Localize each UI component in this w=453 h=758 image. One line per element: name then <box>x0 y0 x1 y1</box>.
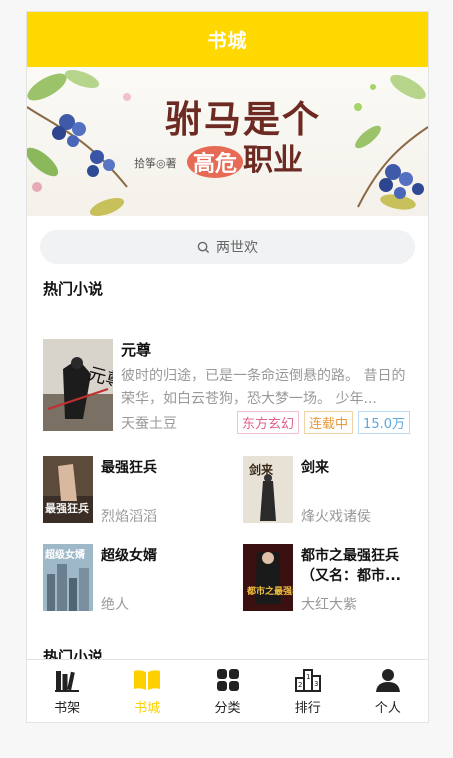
book-open-icon <box>134 669 161 690</box>
featured-book-author: 天蚕土豆 <box>121 416 177 432</box>
book-author: 大红大紫 <box>301 597 357 613</box>
book-cover-title: 都市之最强狂兵 <box>246 585 293 597</box>
svg-text:2: 2 <box>298 681 302 689</box>
book-item[interactable]: 都市之最强狂兵 都市之最强狂兵（又名：都市... 大红大紫 <box>243 544 423 614</box>
book-item[interactable]: 最强狂兵 最强狂兵 烈焰滔滔 <box>43 456 223 526</box>
banner-author: 拾筝◎著 <box>134 157 177 170</box>
tab-label: 排行 <box>294 700 321 716</box>
tab-bookshelf[interactable]: 书架 <box>27 660 107 722</box>
section-title-hot: 热门小说 <box>43 280 104 298</box>
tab-category[interactable]: 分类 <box>187 660 267 722</box>
app-header: 书城 <box>27 12 428 67</box>
search-bar[interactable]: 两世欢 <box>40 230 415 264</box>
user-icon <box>375 668 400 692</box>
book-cover-title: 最强狂兵 <box>45 501 89 515</box>
book-title: 最强狂兵 <box>101 460 157 476</box>
featured-book[interactable]: 元尊 元尊 彼时的归途，已是一条命运倒悬的路。 昔日的荣华，如白云苍狗，恐大梦一… <box>27 319 428 434</box>
word-count-tag: 15.0万 <box>358 411 410 434</box>
tab-label: 书架 <box>54 700 81 716</box>
ranking-podium-icon: 1 2 3 <box>294 668 321 692</box>
book-title: 剑来 <box>301 460 329 476</box>
book-item[interactable]: 剑来 剑来 烽火戏诸侯 <box>243 456 423 526</box>
promo-banner[interactable]: 驸马是个 高危 职业 拾筝◎著 <box>27 67 428 216</box>
tab-label: 分类 <box>214 700 241 716</box>
banner-title-line2: 高危 职业 <box>187 135 303 179</box>
status-tag: 连载中 <box>304 411 354 434</box>
banner-berry-decoration-right <box>354 74 428 210</box>
banner-title-highlight: 高危 <box>187 146 244 178</box>
banner-title-tail: 职业 <box>243 143 304 178</box>
book-item[interactable]: 超级女婿 超级女婿 绝人 <box>43 544 223 614</box>
svg-text:1: 1 <box>306 673 310 681</box>
featured-book-cover: 元尊 <box>43 339 113 431</box>
book-cover-title: 超级女婿 <box>44 548 86 561</box>
tab-profile[interactable]: 个人 <box>348 660 428 722</box>
book-title: 超级女婿 <box>101 548 157 564</box>
bottom-tab-bar: 书架 书城 分类 1 2 3 排行 个人 <box>27 659 428 722</box>
tab-label: 书城 <box>134 700 161 716</box>
book-cover: 最强狂兵 <box>43 456 93 523</box>
banner-berry-decoration-left <box>27 69 131 216</box>
bookshelf-icon <box>55 670 80 692</box>
book-cover: 超级女婿 <box>43 544 93 611</box>
category-grid-icon <box>216 668 239 691</box>
genre-tag: 东方玄幻 <box>237 411 300 434</box>
book-title: 都市之最强狂兵（又名：都市... <box>301 548 401 584</box>
tab-ranking[interactable]: 1 2 3 排行 <box>268 660 348 722</box>
featured-book-tags: 东方玄幻 连载中 15.0万 <box>237 411 410 434</box>
tab-bookstore[interactable]: 书城 <box>107 660 187 722</box>
book-author: 绝人 <box>101 597 129 613</box>
featured-book-description: 彼时的归途，已是一条命运倒悬的路。 昔日的荣华，如白云苍狗，恐大梦一场。 少年.… <box>121 368 406 407</box>
phone-frame: 书城 驸马是个 高危 职业 拾筝◎著 两世欢 热门小说 元尊 元尊 彼时的归途，… <box>26 11 429 723</box>
tab-label: 个人 <box>374 700 401 716</box>
book-cover: 都市之最强狂兵 <box>243 544 293 611</box>
search-placeholder: 两世欢 <box>216 240 258 256</box>
page-title: 书城 <box>207 30 248 52</box>
featured-book-title: 元尊 <box>121 341 152 359</box>
book-author: 烈焰滔滔 <box>101 509 157 525</box>
svg-text:3: 3 <box>314 680 318 688</box>
book-cover-title: 剑来 <box>248 462 274 477</box>
search-icon <box>197 241 210 253</box>
book-cover: 剑来 <box>243 456 293 523</box>
book-author: 烽火戏诸侯 <box>301 509 371 525</box>
